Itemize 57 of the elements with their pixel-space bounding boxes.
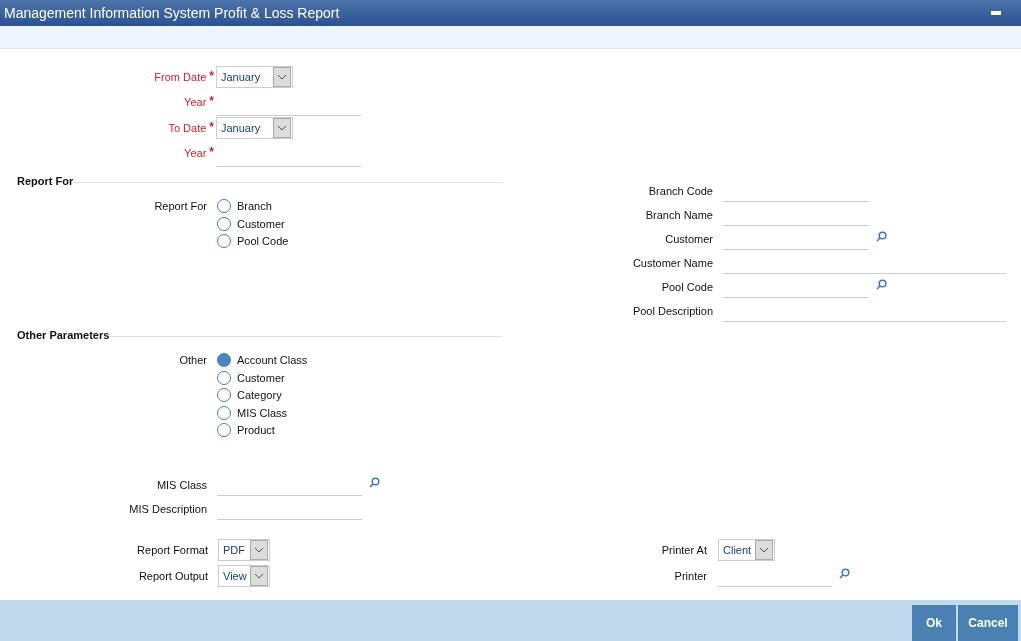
field-label: Report Format [136,544,209,556]
radio-label: Product [237,424,275,436]
radio-label: Branch [237,200,272,212]
field-label: Year [184,147,207,160]
field-label: Customer Name [631,257,714,269]
radio-button[interactable] [217,370,231,385]
field-label: Printer [673,570,708,582]
search-icon[interactable] [876,230,887,242]
field-label: Report For [153,199,208,214]
month-dropdown[interactable]: January [216,116,293,139]
radio-button[interactable] [217,423,231,437]
cancel-button[interactable]: Cancel [958,605,1018,641]
radio-label: Customer [237,217,285,230]
field-label: Branch Code [647,185,714,197]
section-heading: Other Parameters [17,329,110,341]
field-label: Pool Code [660,281,714,293]
radio-button[interactable] [217,199,231,213]
radio-button[interactable] [217,405,231,420]
field-label: Year [184,96,207,109]
field-label: Customer [664,233,714,245]
radio-button[interactable] [217,388,231,402]
required-mark: * [209,70,214,81]
dropdown[interactable]: View [218,565,270,587]
caret-icon [273,117,291,138]
ok-button[interactable]: Ok [912,605,956,641]
required-mark: * [209,147,214,158]
field-label: Report Output [137,570,209,582]
window-title: Management Information System Profit & Loss Report [4,5,340,21]
dropdown[interactable]: Client [718,539,775,561]
field-label: Branch Name [644,209,714,221]
required-mark: * [209,121,214,132]
radio-button[interactable] [217,353,231,367]
month-dropdown[interactable]: January [216,65,293,88]
field-label: Printer At [660,544,708,556]
radio-label: Customer [237,371,285,384]
required-mark: * [209,96,214,107]
radio-label: Category [237,389,282,401]
radio-label: MIS Class [237,406,288,419]
field-label: MIS Description [128,503,208,515]
field-label: From Date [154,70,207,83]
field-label: To Date [168,121,207,134]
caret-icon [250,540,268,560]
search-icon[interactable] [839,567,850,579]
field-label: Pool Description [631,305,714,317]
field-label: Other [178,353,208,368]
field-label: MIS Class [155,479,208,491]
dropdown[interactable]: PDF [218,539,270,561]
caret-icon [273,66,291,87]
radio-label: Account Class [237,354,308,366]
radio-label: Pool Code [237,235,289,247]
search-icon[interactable] [369,476,380,488]
section-heading: Report For [17,175,74,187]
search-icon[interactable] [876,278,887,290]
caret-icon [755,540,773,560]
caret-icon [250,566,268,586]
radio-button[interactable] [217,216,231,231]
radio-button[interactable] [217,234,231,248]
